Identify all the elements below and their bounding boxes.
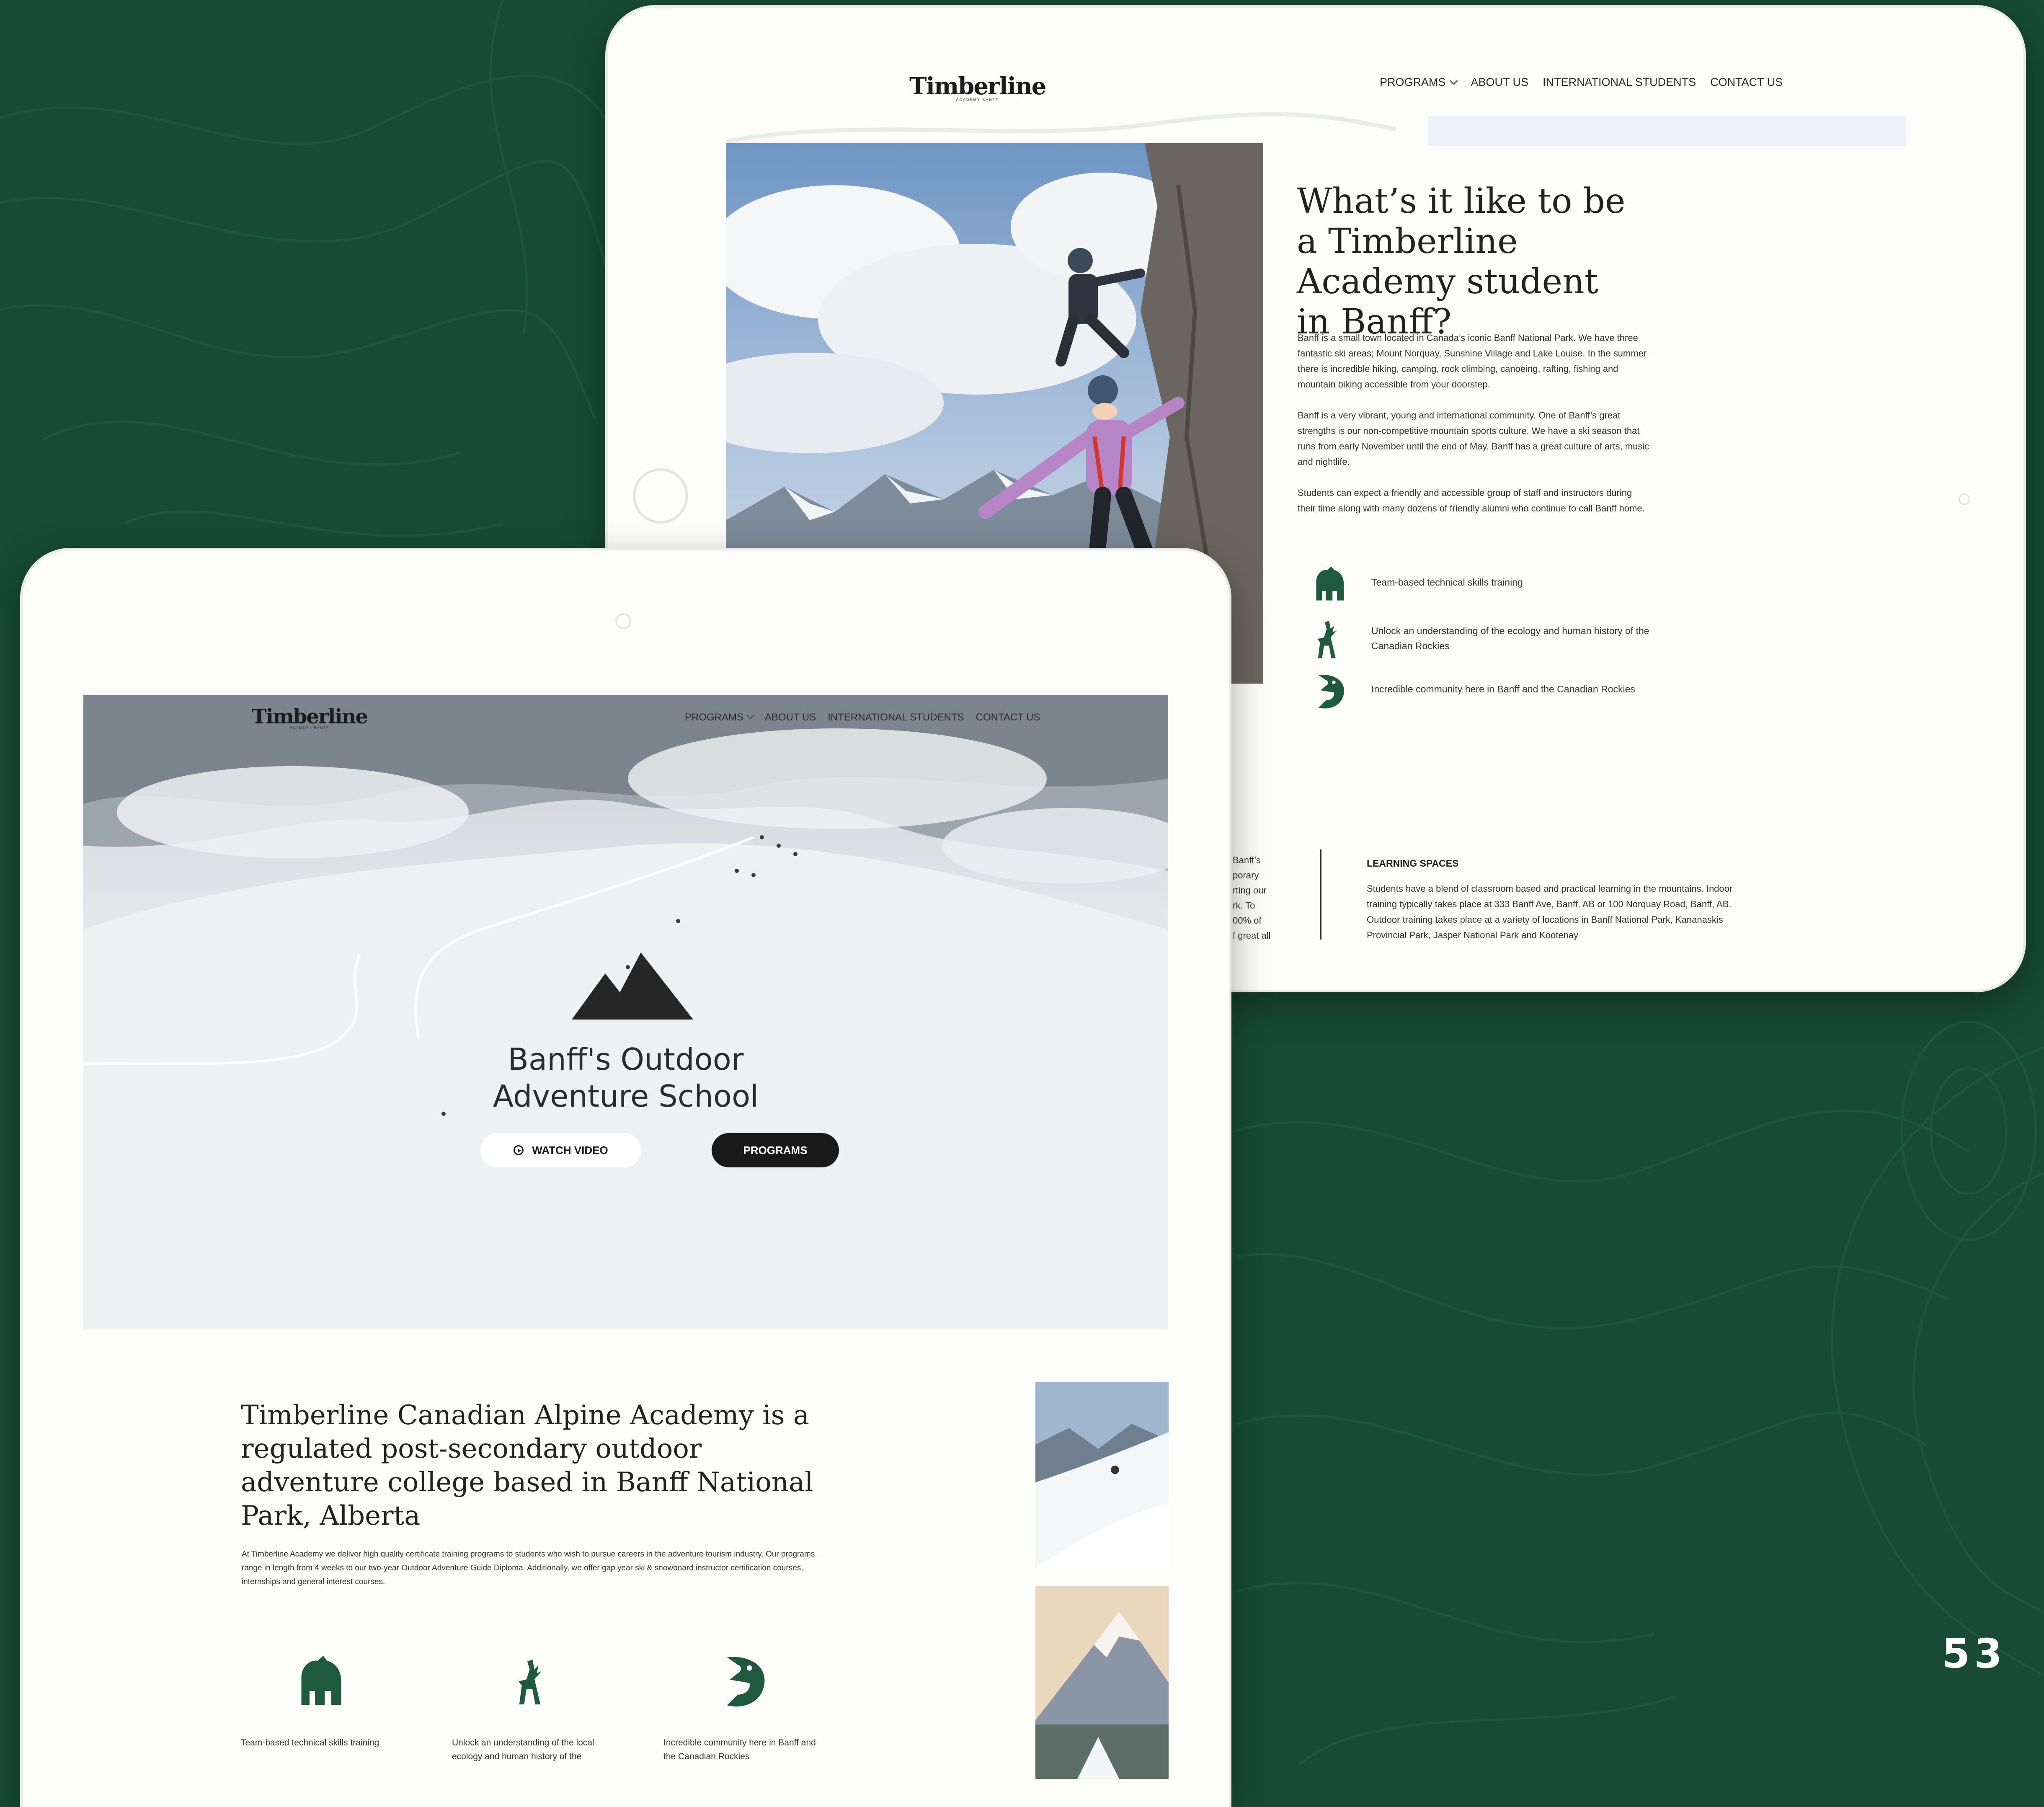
nav-about[interactable]: ABOUT US	[765, 712, 816, 723]
fish-icon	[1319, 674, 1344, 709]
feature-row: Incredible community here in Banff and t…	[1311, 671, 1635, 711]
mountain-photo	[1035, 1586, 1169, 1779]
hero-title: Banff's Outdoor Adventure School	[493, 1042, 759, 1114]
tablet-home-button	[633, 468, 688, 524]
feature-text: Incredible community here in Banff and t…	[663, 1738, 816, 1761]
about-paragraph-1: Banff is a small town located in Canada’…	[1298, 333, 1647, 390]
chevron-down-icon	[746, 712, 754, 720]
back-main-nav: PROGRAMS ABOUT US INTERNATIONAL STUDENTS…	[1380, 76, 1783, 89]
feature-item: Team-based technical skills training	[241, 1652, 400, 1748]
nav-programs[interactable]: PROGRAMS	[1380, 76, 1458, 89]
programs-button[interactable]: PROGRAMS	[712, 1133, 839, 1167]
banner-strip	[1428, 116, 1906, 146]
feature-text: Team-based technical skills training	[241, 1738, 379, 1748]
feature-row: Team-based technical skills training	[1311, 565, 1523, 602]
learning-spaces-text: Students have a blend of classroom based…	[1367, 883, 1733, 940]
skier-photo	[1035, 1382, 1169, 1568]
swoosh-decoration	[726, 112, 1396, 144]
feature-text: Incredible community here in Banff and t…	[1371, 684, 1635, 694]
tablet-camera	[615, 613, 631, 629]
column-divider	[1320, 849, 1321, 940]
nav-contact[interactable]: CONTACT US	[976, 712, 1040, 723]
chevron-down-icon	[1449, 77, 1458, 85]
mountain-logo-icon	[572, 953, 693, 1020]
nav-programs[interactable]: PROGRAMS	[685, 712, 754, 723]
front-main-nav: PROGRAMS ABOUT US INTERNATIONAL STUDENTS…	[685, 712, 1040, 723]
tablet-camera	[1959, 493, 1970, 505]
logo-wordmark: Timberline	[252, 705, 368, 728]
front-logo[interactable]: Timberline ACADEMY BANFF	[252, 705, 368, 730]
back-logo[interactable]: Timberline ACADEMY BANFF	[909, 72, 1046, 102]
page-number: 53	[1942, 1630, 2006, 1677]
nav-about[interactable]: ABOUT US	[1471, 76, 1529, 89]
elk-icon	[1317, 620, 1337, 658]
watch-video-label: WATCH VIDEO	[532, 1144, 608, 1156]
nav-international[interactable]: INTERNATIONAL STUDENTS	[1543, 76, 1696, 89]
nav-programs-label: PROGRAMS	[685, 712, 744, 723]
nav-programs-label: PROGRAMS	[1380, 76, 1446, 88]
feature-text: Unlock an understanding of the local eco…	[452, 1738, 594, 1761]
cut-column-text: Banff’s porary rting our rk. To 00% of f…	[1233, 855, 1271, 941]
about-paragraph-2: Banff is a very vibrant, young and inter…	[1298, 410, 1649, 467]
intro-heading: Timberline Canadian Alpine Academy is a …	[241, 1400, 813, 1531]
elk-icon	[519, 1659, 542, 1705]
feature-item: Incredible community here in Banff and t…	[663, 1652, 823, 1761]
hero-section: Timberline ACADEMY BANFF PROGRAMS ABOUT …	[83, 695, 1168, 1329]
play-icon	[514, 1145, 524, 1155]
logo-wordmark: Timberline	[909, 72, 1046, 100]
feature-item: Unlock an understanding of the local eco…	[452, 1652, 611, 1761]
nav-international[interactable]: INTERNATIONAL STUDENTS	[828, 712, 964, 723]
front-tablet: Timberline ACADEMY BANFF PROGRAMS ABOUT …	[20, 548, 1231, 1807]
about-heading: What’s it like to be a Timberline Academ…	[1297, 181, 1626, 342]
feature-text: Unlock an understanding of the ecology a…	[1371, 625, 1649, 651]
learning-spaces-title: LEARNING SPACES	[1367, 858, 1459, 869]
intro-text: At Timberline Academy we deliver high qu…	[242, 1550, 815, 1586]
feature-text: Team-based technical skills training	[1371, 577, 1523, 588]
bear-icon	[301, 1656, 341, 1705]
nav-contact[interactable]: CONTACT US	[1710, 76, 1783, 89]
fish-icon	[727, 1657, 765, 1707]
bear-icon	[1316, 566, 1344, 601]
about-paragraph-3: Students can expect a friendly and acces…	[1298, 488, 1645, 514]
watch-video-button[interactable]: WATCH VIDEO	[480, 1133, 641, 1167]
feature-row: Unlock an understanding of the ecology a…	[1311, 619, 1649, 659]
